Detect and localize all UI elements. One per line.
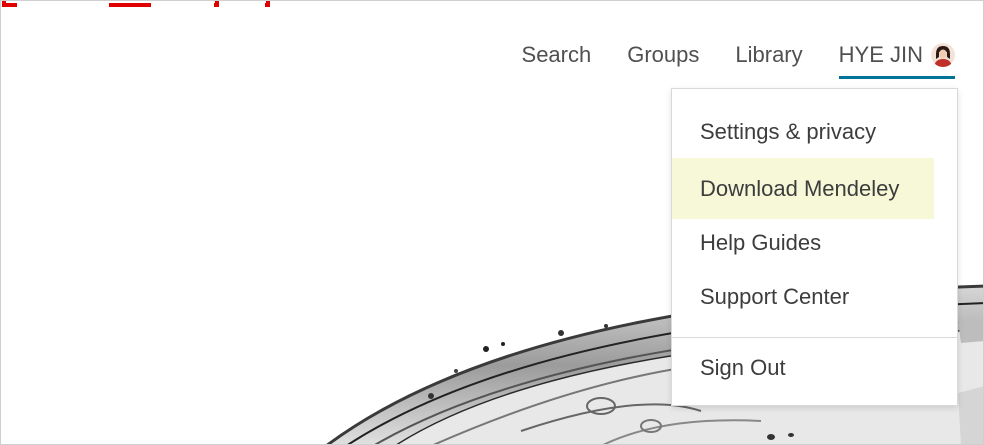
menu-item-download-mendeley[interactable]: Download Mendeley [672, 158, 934, 219]
top-nav: Search Groups Library HYE JIN [486, 31, 955, 79]
user-name: HYE JIN [838, 42, 923, 67]
avatar [931, 43, 955, 67]
page-frame: Search Groups Library HYE JIN Settings &… [0, 0, 984, 445]
menu-item-label: Download Mendeley [700, 176, 900, 201]
menu-item-label: Support Center [700, 284, 850, 309]
menu-divider [672, 337, 957, 338]
menu-item-sign-out[interactable]: Sign Out [672, 355, 957, 389]
menu-item-label: Settings & privacy [700, 119, 877, 144]
nav-search-link[interactable]: Search [522, 42, 592, 68]
nav-library-link[interactable]: Library [735, 42, 802, 68]
menu-item-settings-privacy[interactable]: Settings & privacy [672, 119, 957, 153]
user-dropdown-menu: Settings & privacy Download Mendeley Hel… [671, 88, 958, 406]
user-menu-button[interactable]: HYE JIN [838, 42, 955, 79]
menu-item-label: Sign Out [700, 355, 786, 380]
menu-item-label: Help Guides [700, 230, 822, 255]
menu-item-help-guides[interactable]: Help Guides [672, 230, 957, 264]
menu-item-support-center[interactable]: Support Center [672, 284, 957, 318]
nav-groups-link[interactable]: Groups [627, 42, 699, 68]
